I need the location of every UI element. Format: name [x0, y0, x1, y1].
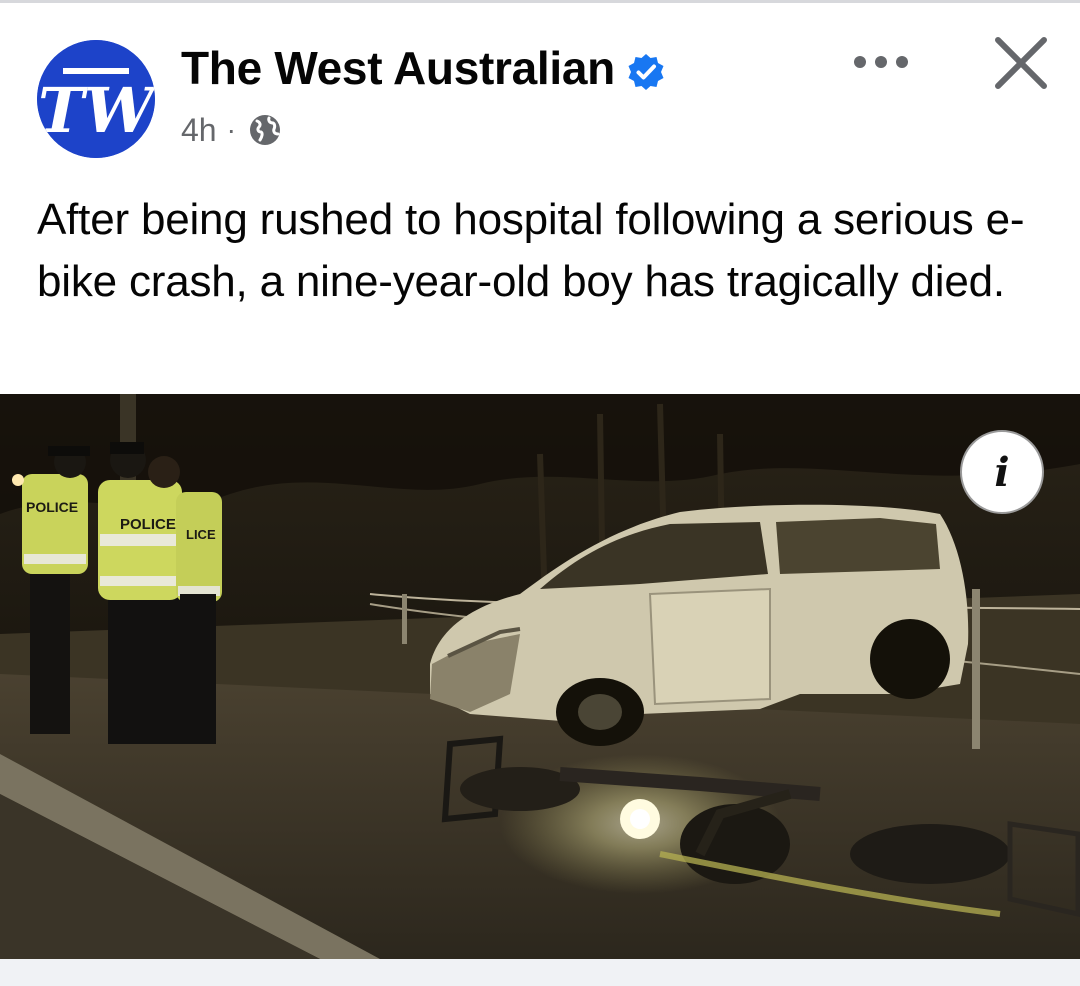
post-header: TW The West Australian 4h ·	[0, 0, 1080, 170]
post-meta: 4h ·	[181, 108, 282, 152]
vest-label-1: POLICE	[26, 499, 78, 515]
more-options-button[interactable]	[846, 42, 916, 82]
feed-divider	[0, 959, 1080, 986]
post-caption: After being rushed to hospital following…	[37, 195, 1025, 306]
west-australian-logo: TW	[37, 40, 155, 158]
close-button[interactable]	[988, 30, 1054, 96]
post-photo[interactable]: POLICE POLICE LICE	[0, 394, 1080, 959]
meta-separator: ·	[226, 114, 236, 145]
close-icon	[995, 37, 1047, 89]
page-name-link[interactable]: The West Australian	[181, 40, 615, 96]
page-avatar[interactable]: TW	[37, 40, 155, 158]
globe-icon	[249, 115, 280, 145]
more-options-icon	[854, 56, 908, 68]
post-timestamp[interactable]: 4h	[181, 112, 217, 149]
vest-label-2: POLICE	[120, 516, 176, 533]
svg-text:TW: TW	[38, 74, 155, 147]
info-button[interactable]: i	[960, 430, 1044, 514]
crash-scene-image: POLICE POLICE LICE	[0, 394, 1080, 959]
verified-badge-icon	[628, 54, 664, 90]
vest-label-3: LICE	[186, 527, 216, 542]
